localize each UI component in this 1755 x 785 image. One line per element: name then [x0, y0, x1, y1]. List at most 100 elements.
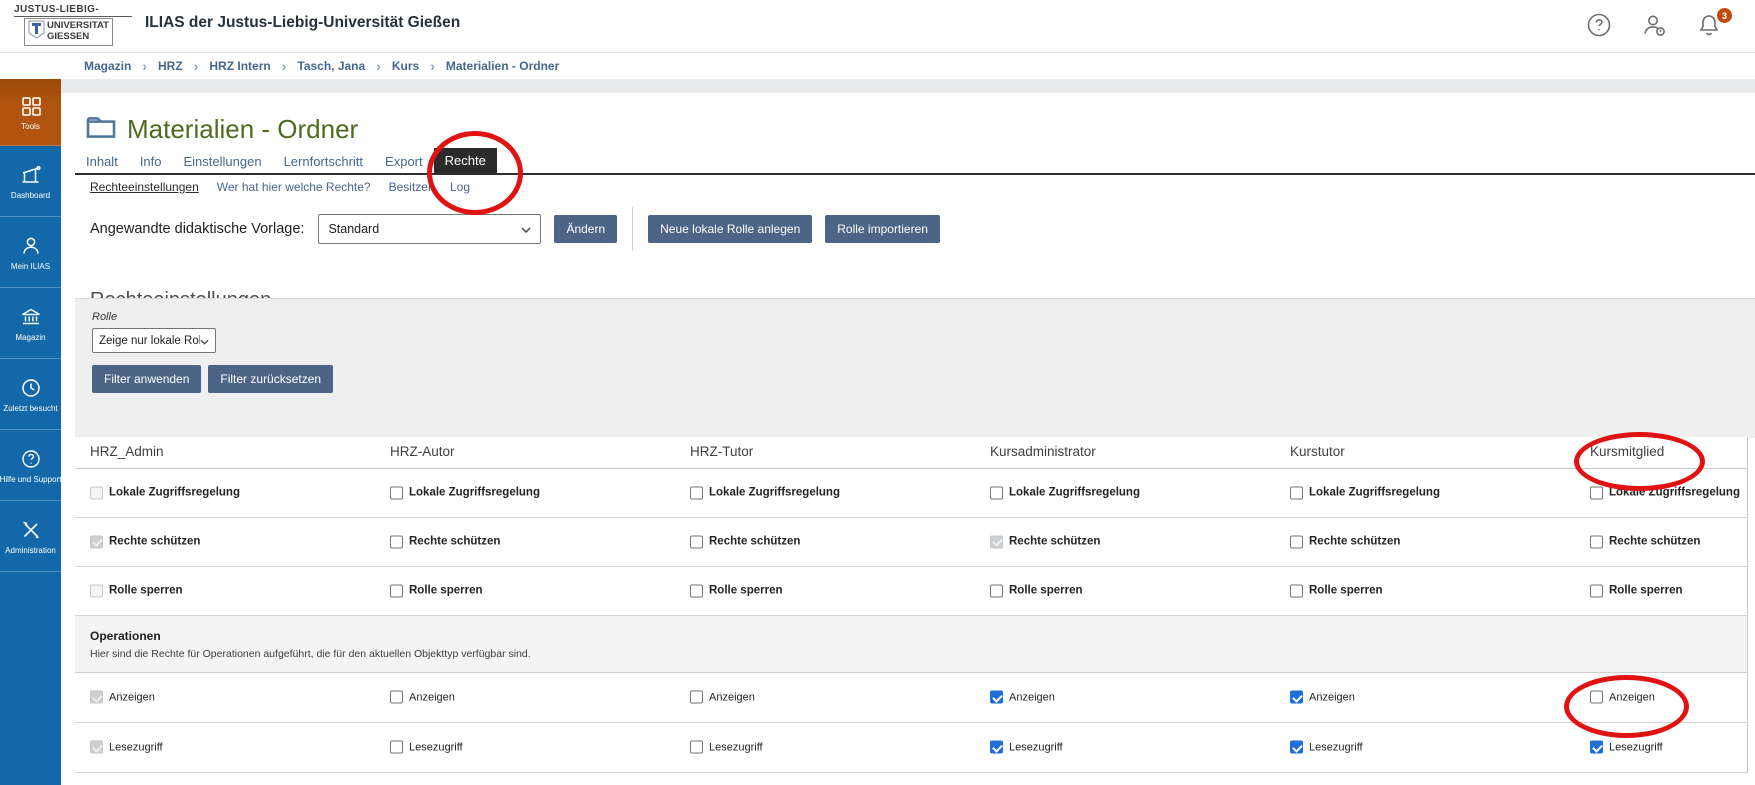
checkbox-label: Anzeigen	[1309, 691, 1355, 703]
checkbox-label: Anzeigen	[709, 691, 755, 703]
sidebar-item-label: Tools	[21, 122, 40, 131]
checkbox-box	[1590, 584, 1603, 597]
checkbox-lesezugriff-hrz-tutor[interactable]: Lesezugriff	[690, 741, 763, 754]
checkbox-rechte-schuetzen-kurstutor[interactable]: Rechte schützen	[1290, 535, 1400, 548]
user-status-icon[interactable]	[1640, 11, 1668, 39]
checkbox-anzeigen-kursadministrator[interactable]: Anzeigen	[990, 691, 1055, 704]
role-column-header-kursadministrator: Kursadministrator	[990, 444, 1096, 459]
checkbox-rechte-schuetzen-hrz-tutor[interactable]: Rechte schützen	[690, 535, 800, 548]
sidebar-item-hilfe-und-support[interactable]: Hilfe und Support	[0, 430, 61, 501]
checkbox-lokale-zugriffsregelung-hrz-autor[interactable]: Lokale Zugriffsregelung	[390, 486, 540, 499]
checkbox-lesezugriff-hrz-autor[interactable]: Lesezugriff	[390, 741, 463, 754]
checkbox-box	[390, 584, 403, 597]
breadcrumb-link-magazin[interactable]: Magazin	[84, 59, 131, 73]
subtab-log[interactable]: Log	[450, 180, 470, 194]
checkbox-label: Rechte schützen	[1309, 536, 1400, 548]
checkbox-box	[390, 486, 403, 499]
checkbox-lokale-zugriffsregelung-hrz-tutor[interactable]: Lokale Zugriffsregelung	[690, 486, 840, 499]
help-icon[interactable]	[1585, 11, 1613, 39]
checkbox-lokale-zugriffsregelung-kursmitglied[interactable]: Lokale Zugriffsregelung	[1590, 486, 1740, 499]
checkbox-anzeigen-hrz-tutor[interactable]: Anzeigen	[690, 691, 755, 704]
checkbox-box	[390, 691, 403, 704]
checkbox-rolle-sperren-kursadministrator[interactable]: Rolle sperren	[990, 584, 1083, 597]
checkbox-label: Lokale Zugriffsregelung	[709, 487, 840, 499]
sidebar-item-dashboard[interactable]: Dashboard	[0, 146, 61, 217]
subtab-rechteeinstellungen[interactable]: Rechteeinstellungen	[90, 180, 199, 194]
help-icon	[19, 447, 43, 471]
tab-lernfortschritt[interactable]: Lernfortschritt	[273, 149, 374, 173]
breadcrumb-link-kurs[interactable]: Kurs	[392, 59, 419, 73]
checkbox-box	[90, 691, 103, 704]
checkbox-label: Rolle sperren	[109, 585, 183, 597]
checkbox-lesezugriff-kurstutor[interactable]: Lesezugriff	[1290, 741, 1363, 754]
operations-title: Operationen	[90, 629, 161, 643]
checkbox-label: Rechte schützen	[409, 536, 500, 548]
sidebar-item-tools[interactable]: Tools	[0, 79, 61, 146]
checkbox-rechte-schuetzen-hrz-autor[interactable]: Rechte schützen	[390, 535, 500, 548]
checkbox-label: Lokale Zugriffsregelung	[1009, 487, 1140, 499]
checkbox-label: Lokale Zugriffsregelung	[109, 487, 240, 499]
checkbox-label: Lesezugriff	[409, 741, 463, 753]
checkbox-label: Anzeigen	[1609, 691, 1655, 703]
tab-einstellungen[interactable]: Einstellungen	[173, 149, 273, 173]
change-template-button[interactable]: Ändern	[554, 215, 617, 243]
main-content: Materialien - Ordner InhaltInfoEinstellu…	[61, 79, 1755, 785]
role-column-header-kursmitglied: Kursmitglied	[1590, 444, 1664, 459]
checkbox-box	[690, 535, 703, 548]
checkbox-rolle-sperren-hrz-tutor[interactable]: Rolle sperren	[690, 584, 783, 597]
checkbox-rolle-sperren-hrz-autor[interactable]: Rolle sperren	[390, 584, 483, 597]
permission-row-lokale-zugriffsregelung: Lokale Zugriffsregelung Lokale Zugriffsre…	[75, 468, 1747, 518]
chevron-right-icon: ›	[376, 58, 381, 74]
new-local-role-button[interactable]: Neue lokale Rolle anlegen	[648, 215, 812, 243]
checkbox-lesezugriff-kursmitglied[interactable]: Lesezugriff	[1590, 741, 1663, 754]
tab-rechte[interactable]: Rechte	[434, 148, 497, 173]
checkbox-lokale-zugriffsregelung-kurstutor[interactable]: Lokale Zugriffsregelung	[1290, 486, 1440, 499]
operations-description: Hier sind die Rechte für Operationen auf…	[90, 648, 531, 660]
sidebar-item-label: Administration	[5, 546, 56, 555]
logo-text-line1: JUSTUS-LIEBIG-	[14, 4, 132, 17]
checkbox-anzeigen-hrz-admin: Anzeigen	[90, 691, 155, 704]
sidebar-item-label: Hilfe und Support	[0, 475, 61, 484]
breadcrumb-link-hrz[interactable]: HRZ	[158, 59, 183, 73]
breadcrumb-link-materialien-ordner[interactable]: Materialien - Ordner	[446, 59, 559, 73]
filter-apply-button[interactable]: Filter anwenden	[92, 365, 201, 393]
checkbox-rolle-sperren-kurstutor[interactable]: Rolle sperren	[1290, 584, 1383, 597]
checkbox-anzeigen-kurstutor[interactable]: Anzeigen	[1290, 691, 1355, 704]
role-filter-select[interactable]: Zeige nur lokale Rolle	[92, 328, 216, 353]
checkbox-label: Lokale Zugriffsregelung	[1609, 487, 1740, 499]
sidebar-item-mein-ilias[interactable]: Mein ILIAS	[0, 217, 61, 288]
filter-reset-button[interactable]: Filter zurücksetzen	[208, 365, 333, 393]
import-role-button[interactable]: Rolle importieren	[825, 215, 940, 243]
checkbox-label: Rolle sperren	[709, 585, 783, 597]
tab-bar: InhaltInfoEinstellungenLernfortschrittEx…	[75, 148, 1755, 175]
tab-info[interactable]: Info	[129, 149, 173, 173]
subtab-wer-hat-hier-welche-rechte[interactable]: Wer hat hier welche Rechte?	[217, 180, 371, 194]
checkbox-lokale-zugriffsregelung-kursadministrator[interactable]: Lokale Zugriffsregelung	[990, 486, 1140, 499]
subtab-bar: Rechteeinstellungen Wer hat hier welche R…	[90, 180, 470, 194]
filter-panel: Rolle Zeige nur lokale Rolle Filter anwe…	[75, 298, 1755, 438]
checkbox-lesezugriff-kursadministrator[interactable]: Lesezugriff	[990, 741, 1063, 754]
checkbox-label: Rechte schützen	[1609, 536, 1700, 548]
role-filter-label: Rolle	[92, 311, 117, 323]
checkbox-anzeigen-hrz-autor[interactable]: Anzeigen	[390, 691, 455, 704]
role-column-header-kurstutor: Kurstutor	[1290, 444, 1345, 459]
checkbox-box	[990, 741, 1003, 754]
breadcrumb-link-tasch-jana[interactable]: Tasch, Jana	[297, 59, 365, 73]
sidebar-item-zuletzt-besucht[interactable]: Zuletzt besucht	[0, 359, 61, 430]
app-header: JUSTUS-LIEBIG- UNIVERSITAT GIESSEN ILIAS…	[0, 0, 1755, 52]
permission-row-lesezugriff: Lesezugriff Lesezugriff Lesezugriff Lesezug…	[75, 722, 1747, 773]
bell-icon[interactable]: 3	[1695, 11, 1723, 39]
checkbox-rolle-sperren-kursmitglied[interactable]: Rolle sperren	[1590, 584, 1683, 597]
tab-export[interactable]: Export	[374, 149, 434, 173]
tab-inhalt[interactable]: Inhalt	[75, 149, 129, 173]
checkbox-rechte-schuetzen-kursmitglied[interactable]: Rechte schützen	[1590, 535, 1700, 548]
checkbox-anzeigen-kursmitglied[interactable]: Anzeigen	[1590, 691, 1655, 704]
sidebar: Tools DashboardMein ILIASMagazinZuletzt b…	[0, 79, 61, 785]
subtab-besitzer[interactable]: Besitzer	[389, 180, 432, 194]
didactic-template-select[interactable]: Standard	[318, 214, 541, 244]
clock-icon	[19, 376, 43, 400]
breadcrumb-link-hrz-intern[interactable]: HRZ Intern	[209, 59, 270, 73]
sidebar-item-administration[interactable]: Administration	[0, 501, 61, 572]
checkbox-box	[690, 486, 703, 499]
sidebar-item-magazin[interactable]: Magazin	[0, 288, 61, 359]
